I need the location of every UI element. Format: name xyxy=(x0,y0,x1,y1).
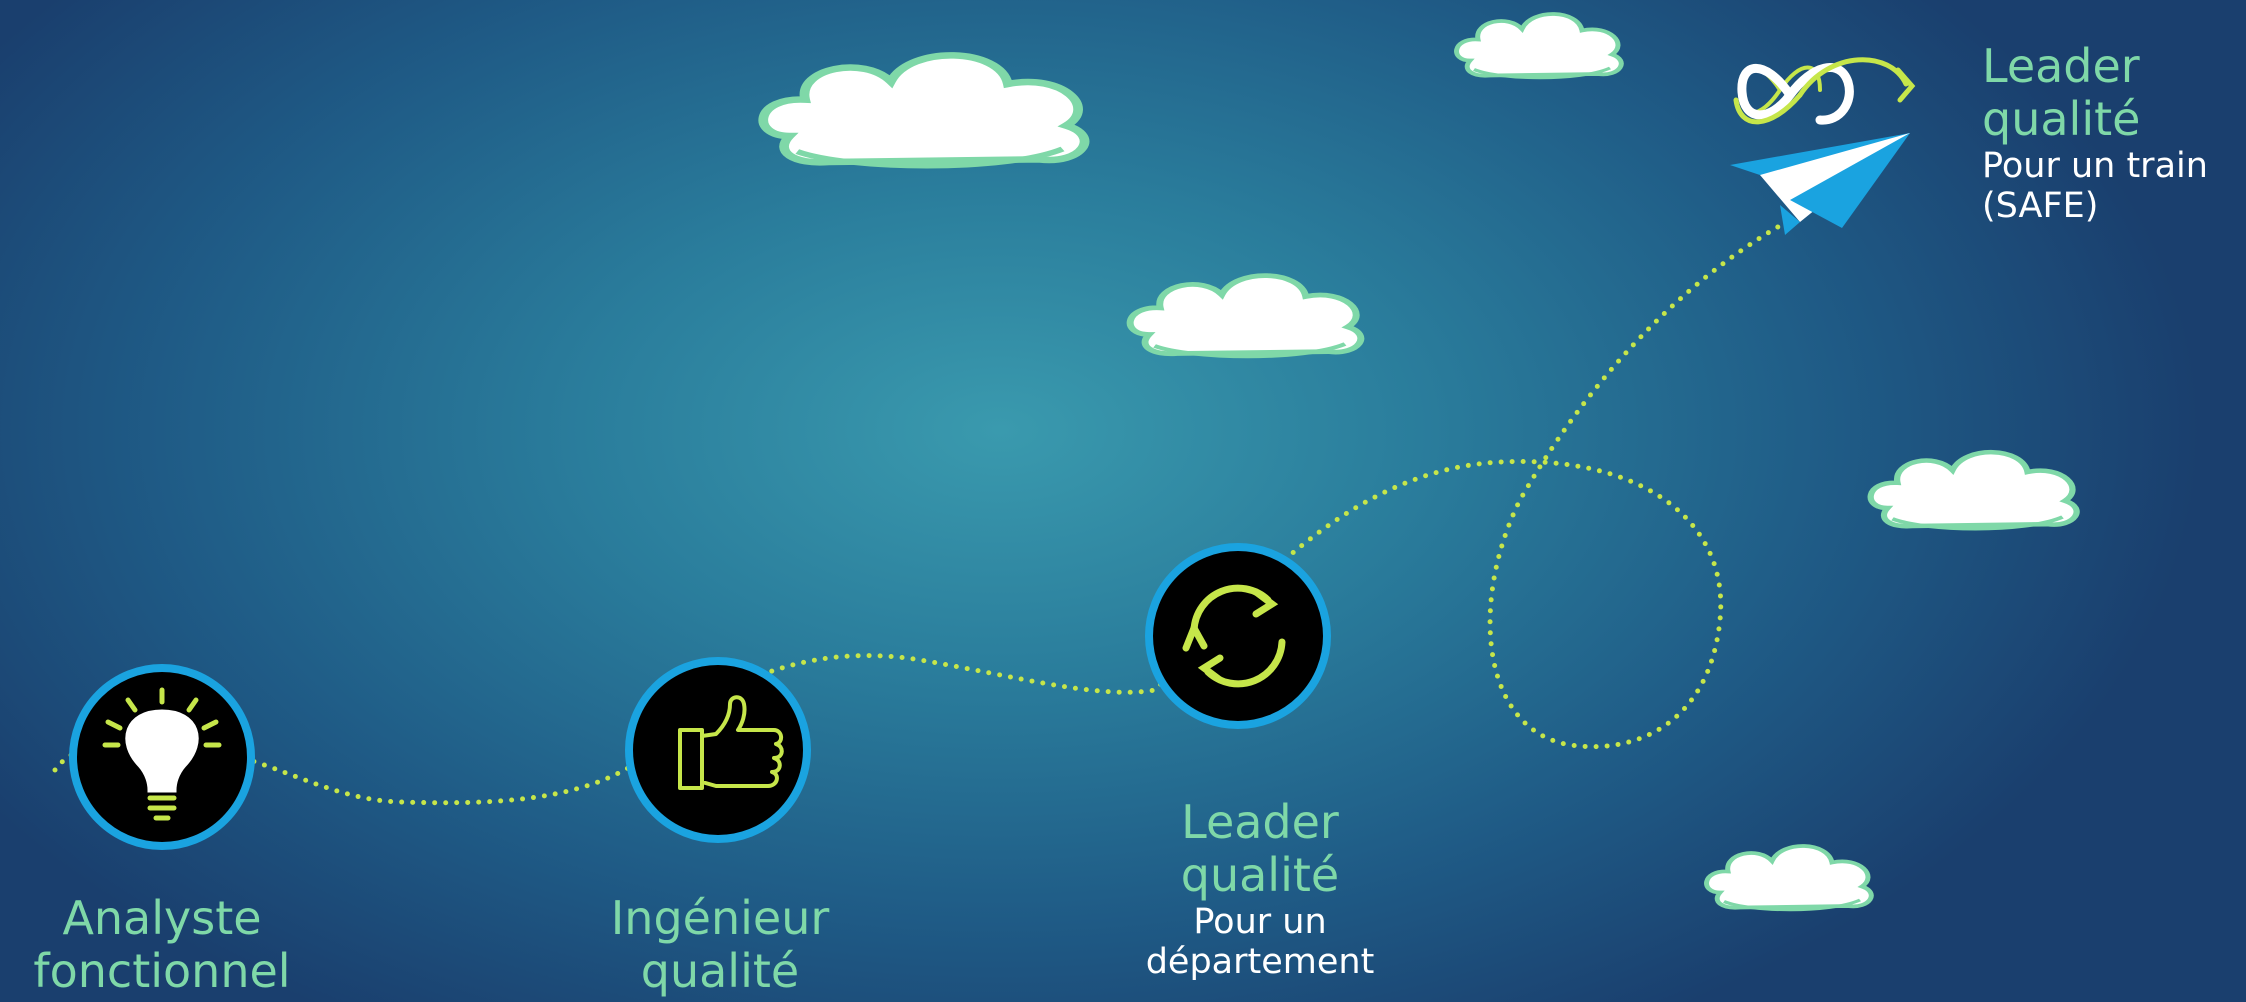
step-4-sub-line2: (SAFE) xyxy=(1982,186,2099,227)
step-3-sub-line1: Pour un xyxy=(1193,901,1327,942)
step-2-role-line2: qualité xyxy=(640,943,800,998)
step-3-label: Leader qualité Pour un département xyxy=(1090,796,1430,982)
step-3-role-line2: qualité xyxy=(1180,847,1340,902)
step-1-role-line1: Analyste xyxy=(62,891,262,945)
step-2-role-line1: Ingénieur xyxy=(610,891,830,945)
step-4-label: Leader qualité Pour un train (SAFE) xyxy=(1982,40,2244,226)
step-1-role-line2: fonctionnel xyxy=(33,943,291,998)
cloud-icon xyxy=(1457,14,1622,78)
career-path-line xyxy=(52,217,1793,806)
infinity-arrow-icon xyxy=(1733,57,1916,125)
cloud-icon xyxy=(1871,452,2077,529)
step-1-label: Analyste fonctionnel xyxy=(0,892,324,998)
step-1-node xyxy=(69,664,255,850)
step-4-node xyxy=(1730,57,1916,235)
step-3-node xyxy=(1145,543,1331,729)
step-2-node xyxy=(625,657,811,843)
cloud-icon xyxy=(763,55,1084,166)
step-4-role-line2: qualité xyxy=(1982,91,2141,146)
paper-plane-icon xyxy=(1730,133,1910,235)
cloud-icon xyxy=(1707,846,1872,910)
step-4-role-line1: Leader xyxy=(1982,39,2140,93)
step-3-sub-line2: département xyxy=(1145,942,1375,983)
step-3-role-line1: Leader xyxy=(1181,795,1339,849)
step-4-sub-line1: Pour un train xyxy=(1982,145,2208,186)
step-2-label: Ingénieur qualité xyxy=(560,892,880,998)
cloud-icon xyxy=(1130,276,1361,357)
